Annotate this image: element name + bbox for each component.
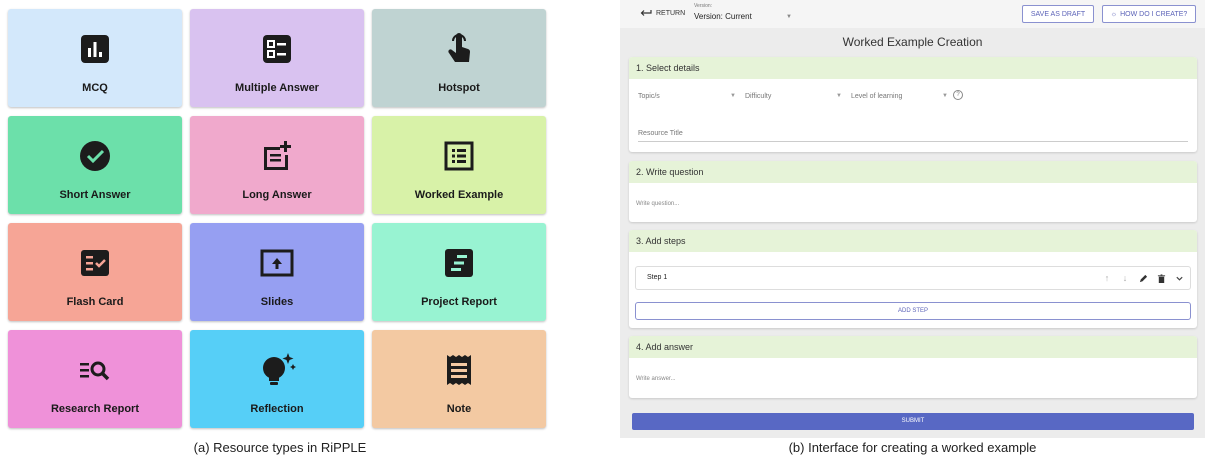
question-editor[interactable]: Write question... xyxy=(636,201,679,207)
tile-slides[interactable]: Slides xyxy=(190,223,364,321)
report-icon xyxy=(439,243,479,283)
step-actions: ↑ ↓ xyxy=(1102,272,1184,284)
tile-short-answer[interactable]: Short Answer xyxy=(8,116,182,214)
submit-button[interactable]: SUBMIT xyxy=(632,413,1194,430)
presentation-icon xyxy=(257,243,297,283)
checklist-card-icon xyxy=(75,243,115,283)
tile-flash-card[interactable]: Flash Card xyxy=(8,223,182,321)
tap-icon xyxy=(439,29,479,69)
tile-label: Multiple Answer xyxy=(235,82,319,94)
section-heading: 2. Write question xyxy=(629,161,1197,183)
resource-types-panel: MCQ Multiple Answer Hotspot Short Answer… xyxy=(0,0,560,462)
tile-long-answer[interactable]: Long Answer xyxy=(190,116,364,214)
return-arrow-icon xyxy=(640,10,652,16)
tile-label: Note xyxy=(446,403,472,415)
top-bar: RETURN Version: Version: Current ▼ SAVE … xyxy=(620,0,1205,28)
checklist-icon xyxy=(257,29,297,69)
tile-label: Flash Card xyxy=(66,296,124,308)
topic-select[interactable]: Topic/s xyxy=(638,93,660,100)
lightbulb-icon: ☼ xyxy=(1110,10,1118,18)
caption-resource-types: (a) Resource types in RiPPLE xyxy=(193,440,367,455)
select-details-section: 1. Select details Topic/s ▼ Difficulty ▼… xyxy=(629,57,1197,152)
version-select[interactable]: Version: Current xyxy=(694,12,752,21)
note-add-icon xyxy=(257,136,297,176)
pencil-icon[interactable] xyxy=(1138,272,1148,284)
tile-reflection[interactable]: Reflection xyxy=(190,330,364,428)
save-draft-button[interactable]: SAVE AS DRAFT xyxy=(1022,5,1094,23)
tile-mcq[interactable]: MCQ xyxy=(8,9,182,107)
section-heading: 1. Select details xyxy=(629,57,1197,79)
how-to-create-button[interactable]: ☼ HOW DO I CREATE? xyxy=(1102,5,1196,23)
trash-icon[interactable] xyxy=(1156,272,1166,284)
answer-editor[interactable]: Write answer... xyxy=(636,376,676,382)
tile-hotspot[interactable]: Hotspot xyxy=(372,9,546,107)
tile-label: Research Report xyxy=(50,403,140,415)
chevron-down-icon[interactable] xyxy=(1174,272,1184,284)
chevron-down-icon[interactable]: ▼ xyxy=(786,14,792,20)
tile-research-report[interactable]: Research Report xyxy=(8,330,182,428)
page-title: Worked Example Creation xyxy=(842,35,983,49)
help-icon[interactable]: ? xyxy=(953,90,963,100)
add-steps-section: 3. Add steps Step 1 ↑ ↓ ADD STEP xyxy=(629,230,1197,328)
difficulty-select[interactable]: Difficulty xyxy=(745,93,771,100)
receipt-icon xyxy=(439,350,479,390)
version-label: Version: xyxy=(694,3,713,9)
tile-label: Slides xyxy=(260,296,294,308)
return-button[interactable]: RETURN xyxy=(640,9,685,17)
lightbulb-icon xyxy=(257,350,297,390)
tile-label: MCQ xyxy=(82,82,108,94)
chevron-down-icon[interactable]: ▼ xyxy=(942,93,948,99)
tile-worked-example[interactable]: Worked Example xyxy=(372,116,546,214)
tile-label: Project Report xyxy=(421,296,497,308)
save-draft-label: SAVE AS DRAFT xyxy=(1030,10,1086,18)
how-to-create-label: HOW DO I CREATE? xyxy=(1120,10,1188,18)
arrow-up-icon[interactable]: ↑ xyxy=(1102,272,1112,284)
step-label: Step 1 xyxy=(647,274,668,281)
search-list-icon xyxy=(75,350,115,390)
section-heading: 3. Add steps xyxy=(629,230,1197,252)
arrow-down-icon[interactable]: ↓ xyxy=(1120,272,1130,284)
return-label: RETURN xyxy=(656,9,686,17)
resource-title-input[interactable]: Resource Title xyxy=(638,130,683,137)
caption-editor: (b) Interface for creating a worked exam… xyxy=(788,440,1037,455)
input-underline xyxy=(638,141,1188,142)
bar-chart-icon xyxy=(75,29,115,69)
tile-project-report[interactable]: Project Report xyxy=(372,223,546,321)
tile-label: Short Answer xyxy=(59,189,131,201)
chevron-down-icon[interactable]: ▼ xyxy=(730,93,736,99)
list-document-icon xyxy=(439,136,479,176)
step-row[interactable]: Step 1 ↑ ↓ xyxy=(635,266,1191,290)
tile-label: Worked Example xyxy=(414,189,504,201)
write-question-section: 2. Write question Write question... xyxy=(629,161,1197,222)
level-of-learning-select[interactable]: Level of learning xyxy=(851,93,902,100)
tile-note[interactable]: Note xyxy=(372,330,546,428)
chevron-down-icon[interactable]: ▼ xyxy=(836,93,842,99)
section-heading: 4. Add answer xyxy=(629,336,1197,358)
check-circle-icon xyxy=(75,136,115,176)
tile-label: Long Answer xyxy=(242,189,312,201)
add-answer-section: 4. Add answer Write answer... xyxy=(629,336,1197,398)
tile-label: Reflection xyxy=(250,403,304,415)
worked-example-editor: RETURN Version: Version: Current ▼ SAVE … xyxy=(620,0,1205,438)
add-step-button[interactable]: ADD STEP xyxy=(635,302,1191,320)
tile-multiple-answer[interactable]: Multiple Answer xyxy=(190,9,364,107)
tile-label: Hotspot xyxy=(438,82,480,94)
